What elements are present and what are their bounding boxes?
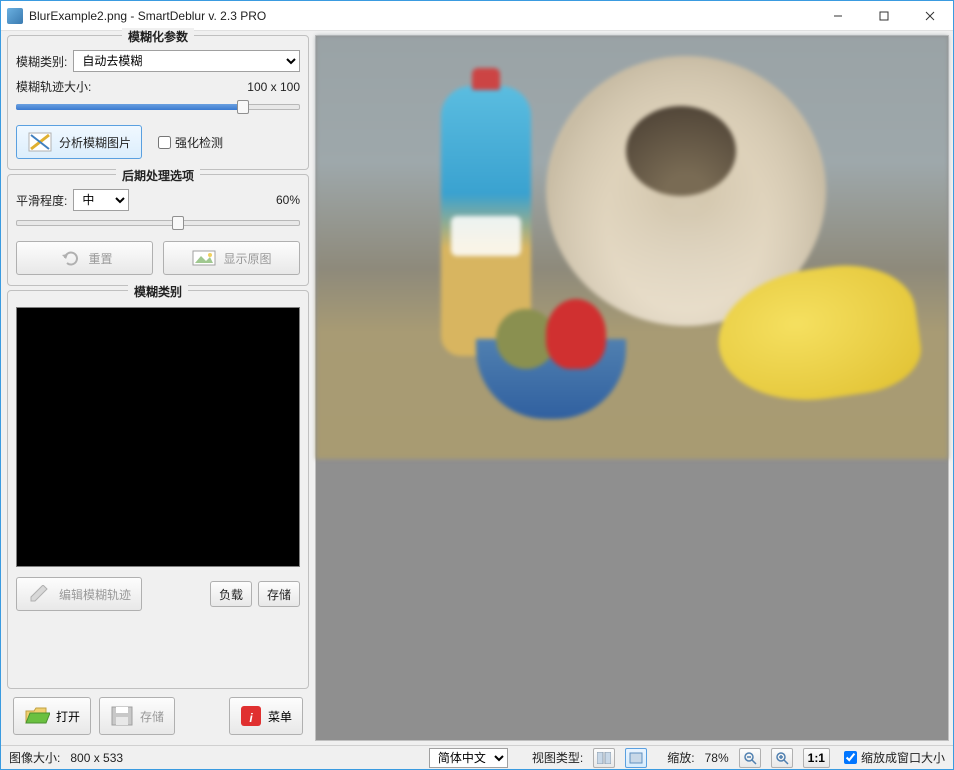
show-original-button[interactable]: 显示原图 <box>163 241 300 275</box>
blur-type-select[interactable]: 自动去模糊 <box>73 50 300 72</box>
blur-size-slider[interactable] <box>16 99 300 115</box>
minimize-button[interactable] <box>815 1 861 31</box>
save-button[interactable]: 存储 <box>99 697 175 735</box>
post-process-legend: 后期处理选项 <box>116 167 200 184</box>
analyze-blur-label: 分析模糊图片 <box>59 134 131 151</box>
image-content <box>316 36 948 459</box>
floppy-icon <box>110 705 134 727</box>
maximize-button[interactable] <box>861 1 907 31</box>
reset-label: 重置 <box>88 250 112 267</box>
open-label: 打开 <box>56 708 80 725</box>
save-kernel-button[interactable]: 存储 <box>258 581 300 607</box>
menu-label: 菜单 <box>268 708 292 725</box>
fit-window-checkbox[interactable]: 缩放成窗口大小 <box>844 749 945 766</box>
aggressive-detection-checkbox[interactable]: 强化检测 <box>158 134 223 151</box>
aggressive-detection-label: 强化检测 <box>175 134 223 151</box>
blur-size-value: 100 x 100 <box>247 80 300 94</box>
post-process-group: 后期处理选项 平滑程度: 中 60% 重置 <box>7 174 309 286</box>
undo-icon <box>56 247 82 269</box>
kernel-legend: 模糊类别 <box>128 283 188 300</box>
blur-params-group: 模糊化参数 模糊类别: 自动去模糊 模糊轨迹大小: 100 x 100 <box>7 35 309 170</box>
kernel-group: 模糊类别 编辑模糊轨迹 负载 存储 <box>7 290 309 689</box>
save-kernel-label: 存储 <box>267 586 291 603</box>
zoom-value: 78% <box>705 751 729 765</box>
fit-window-input[interactable] <box>844 751 857 764</box>
reset-button[interactable]: 重置 <box>16 241 153 275</box>
blur-params-legend: 模糊化参数 <box>122 28 194 45</box>
smooth-select[interactable]: 中 <box>73 189 129 211</box>
analyze-icon <box>27 131 53 153</box>
folder-open-icon <box>24 705 50 727</box>
load-kernel-button[interactable]: 负载 <box>210 581 252 607</box>
zoom-actual-button[interactable]: 1:1 <box>803 748 830 768</box>
pencil-icon <box>27 583 53 605</box>
image-size-label: 图像大小: <box>9 749 60 766</box>
app-icon <box>7 8 23 24</box>
blur-type-label: 模糊类别: <box>16 53 67 70</box>
close-button[interactable] <box>907 1 953 31</box>
menu-button[interactable]: i 菜单 <box>229 697 303 735</box>
show-original-label: 显示原图 <box>223 250 271 267</box>
zoom-label: 缩放: <box>667 749 694 766</box>
language-select[interactable]: 简体中文 <box>429 748 508 768</box>
aggressive-detection-input[interactable] <box>158 136 171 149</box>
kernel-preview <box>16 307 300 567</box>
view-side-by-side-button[interactable] <box>593 748 615 768</box>
sidebar-bottom-toolbar: 打开 存储 i 菜单 <box>7 693 309 739</box>
titlebar: BlurExample2.png - SmartDeblur v. 2.3 PR… <box>1 1 953 31</box>
image-icon <box>191 247 217 269</box>
view-single-button[interactable] <box>625 748 647 768</box>
smooth-percent: 60% <box>276 193 300 207</box>
image-viewer[interactable] <box>315 35 949 741</box>
status-bar: 图像大小: 800 x 533 简体中文 视图类型: 缩放: 78% 1:1 缩… <box>1 745 953 769</box>
smooth-label: 平滑程度: <box>16 192 67 209</box>
slider-thumb[interactable] <box>237 100 249 114</box>
view-type-label: 视图类型: <box>532 749 583 766</box>
save-label: 存储 <box>140 708 164 725</box>
load-kernel-label: 负载 <box>219 586 243 603</box>
sidebar: 模糊化参数 模糊类别: 自动去模糊 模糊轨迹大小: 100 x 100 <box>1 31 315 745</box>
blur-size-label: 模糊轨迹大小: <box>16 78 91 95</box>
info-icon: i <box>240 705 262 727</box>
slider-thumb[interactable] <box>172 216 184 230</box>
fit-window-label: 缩放成窗口大小 <box>861 749 945 766</box>
zoom-actual-label: 1:1 <box>808 751 825 765</box>
edit-kernel-button[interactable]: 编辑模糊轨迹 <box>16 577 142 611</box>
open-button[interactable]: 打开 <box>13 697 91 735</box>
smooth-slider[interactable] <box>16 215 300 231</box>
edit-kernel-label: 编辑模糊轨迹 <box>59 586 131 603</box>
image-size-value: 800 x 533 <box>70 751 123 765</box>
zoom-out-button[interactable] <box>739 748 761 768</box>
slider-fill <box>16 104 243 110</box>
zoom-in-button[interactable] <box>771 748 793 768</box>
window-title: BlurExample2.png - SmartDeblur v. 2.3 PR… <box>29 9 815 23</box>
analyze-blur-button[interactable]: 分析模糊图片 <box>16 125 142 159</box>
